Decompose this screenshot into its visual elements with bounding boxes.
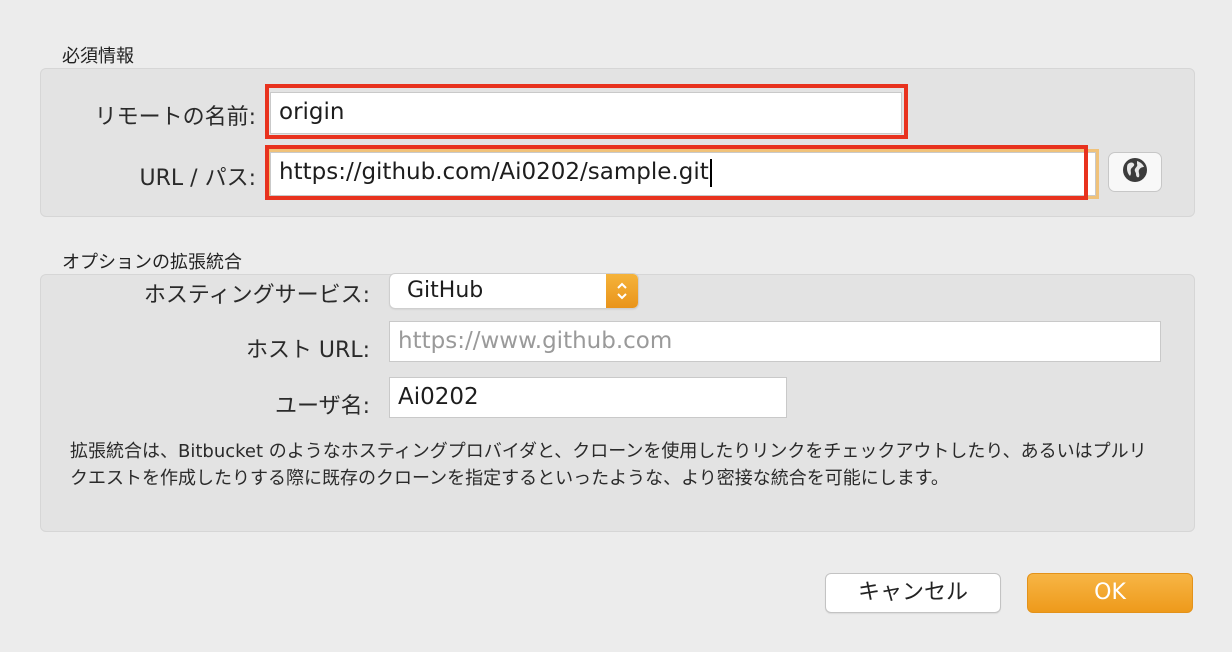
required-section-title: 必須情報: [62, 46, 134, 67]
browse-button[interactable]: [1108, 152, 1162, 192]
ok-button[interactable]: OK: [1027, 573, 1193, 613]
options-section-title: オプションの拡張統合: [62, 252, 242, 273]
remote-name-highlight: [265, 84, 908, 139]
url-highlight: [265, 145, 1088, 200]
hosting-service-label: ホスティングサービス:: [143, 283, 370, 308]
hosting-service-value: GitHub: [407, 278, 484, 303]
host-url-placeholder: https://www.github.com: [398, 328, 673, 354]
integration-description: 拡張統合は、Bitbucket のようなホスティングプロバイダと、クローンを使用…: [70, 441, 1147, 489]
host-url-input[interactable]: https://www.github.com: [389, 321, 1161, 362]
username-label: ユーザ名:: [275, 394, 370, 419]
globe-icon: [1122, 157, 1148, 187]
username-input[interactable]: Ai0202: [389, 377, 787, 418]
remote-name-label: リモートの名前:: [94, 105, 256, 130]
username-value: Ai0202: [398, 384, 479, 410]
hosting-service-select[interactable]: GitHub: [390, 274, 638, 308]
updown-arrows-icon: [606, 274, 638, 308]
cancel-button[interactable]: キャンセル: [825, 573, 1001, 613]
url-label: URL / パス:: [139, 166, 256, 191]
host-url-label: ホスト URL:: [245, 338, 370, 363]
